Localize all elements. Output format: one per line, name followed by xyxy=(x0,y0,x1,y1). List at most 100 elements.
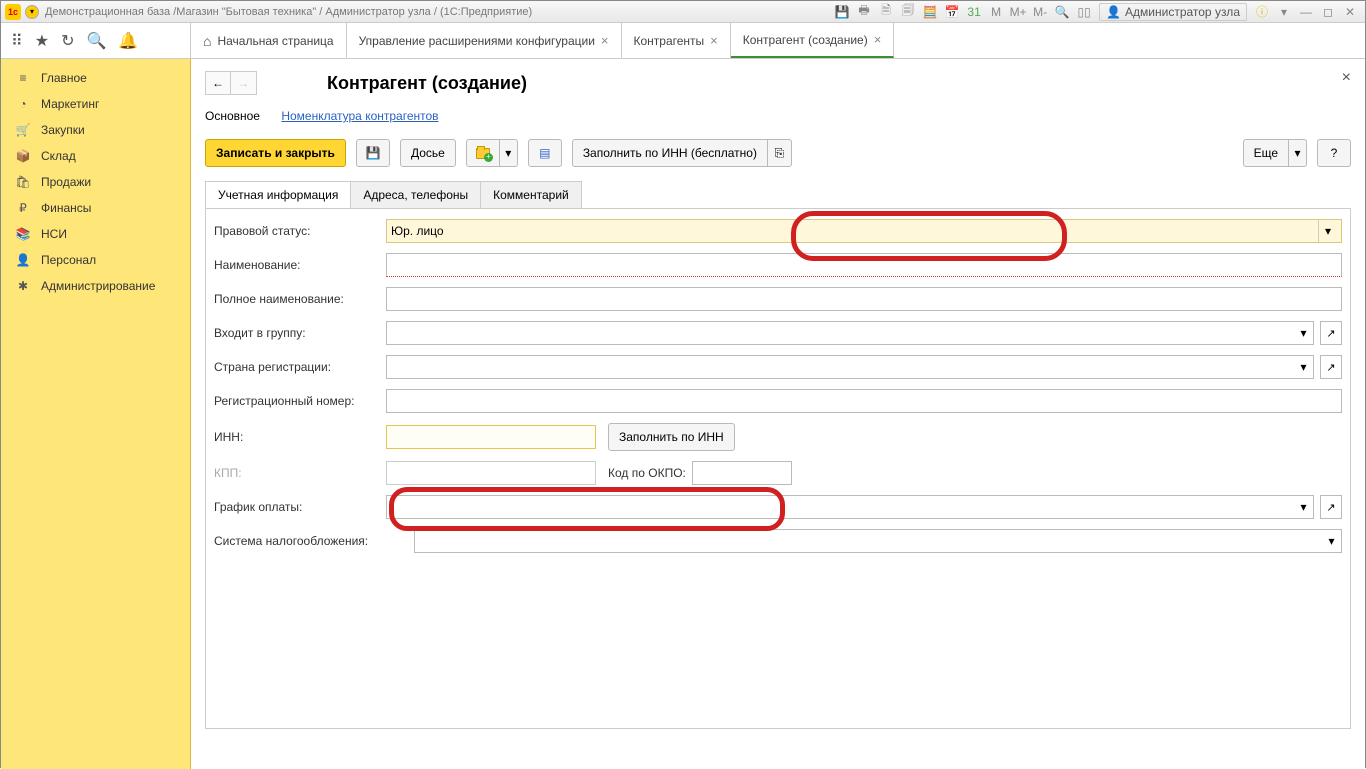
nav-back-button[interactable]: ← xyxy=(205,71,231,95)
country-input[interactable] xyxy=(386,355,1294,379)
sidebar-item-sales[interactable]: 🛍Продажи xyxy=(1,169,190,195)
print-icon[interactable]: 🖶 xyxy=(855,3,873,21)
sidebar-item-admin[interactable]: ✱Администрирование xyxy=(1,273,190,299)
compare-icon[interactable]: 🗐 xyxy=(899,3,917,21)
menu-icon: ≡ xyxy=(15,71,31,85)
panel-icon[interactable]: ▯▯ xyxy=(1075,3,1093,21)
form-tab-comment[interactable]: Комментарий xyxy=(480,181,582,208)
user-name: Администратор узла xyxy=(1125,5,1240,19)
group-open-button[interactable]: ↗ xyxy=(1320,321,1342,345)
tax-system-dropdown[interactable]: ▾ xyxy=(1322,529,1342,553)
search-icon[interactable]: 🔍 xyxy=(86,31,106,51)
apps-icon[interactable]: ⠿ xyxy=(11,31,23,51)
list-button[interactable]: ▤ xyxy=(528,139,562,167)
m-button[interactable]: M xyxy=(987,3,1005,21)
sidebar-item-main[interactable]: ≡Главное xyxy=(1,65,190,91)
page-toolbar: Записать и закрыть 💾 Досье + ▾ ▤ Заполни… xyxy=(205,139,1351,167)
save-close-button[interactable]: Записать и закрыть xyxy=(205,139,346,167)
info-icon[interactable]: ⓘ xyxy=(1253,3,1271,21)
kpp-label: КПП: xyxy=(214,466,386,480)
more-dropdown[interactable]: ▾ xyxy=(1289,139,1307,167)
legal-status-select[interactable]: Юр. лицо ▾ xyxy=(386,219,1342,243)
tax-system-label: Система налогообложения: xyxy=(214,534,414,548)
page-nav: ← → xyxy=(205,71,257,95)
dossier-button[interactable]: Досье xyxy=(400,139,456,167)
okpo-input[interactable] xyxy=(692,461,792,485)
close-icon[interactable]: × xyxy=(601,33,609,48)
bell-icon[interactable]: 🔔 xyxy=(118,31,138,51)
tab-extensions[interactable]: Управление расширениями конфигурации × xyxy=(347,23,622,58)
m-minus-button[interactable]: M- xyxy=(1031,3,1049,21)
app-icon: 1c xyxy=(5,4,21,20)
titlebar-menu-dropdown[interactable]: ▾ xyxy=(25,5,39,19)
button-label: Заполнить по ИНН (бесплатно) xyxy=(583,146,757,160)
fill-inn-button[interactable]: Заполнить по ИНН xyxy=(608,423,735,451)
zoom-icon[interactable]: 🔍 xyxy=(1053,3,1071,21)
calendar-icon[interactable]: 📅 xyxy=(943,3,961,21)
fill-inn-settings[interactable]: ⎘ xyxy=(768,139,792,167)
button-label: Записать и закрыть xyxy=(216,146,335,160)
sidebar-item-marketing[interactable]: ◔Маркетинг xyxy=(1,91,190,117)
inn-input[interactable] xyxy=(386,425,596,449)
sidebar-item-purchases[interactable]: 🛒Закупки xyxy=(1,117,190,143)
maximize-icon[interactable]: ◻ xyxy=(1319,3,1337,21)
history-icon[interactable]: ↻ xyxy=(61,31,74,51)
country-select-dropdown[interactable]: ▾ xyxy=(1294,355,1314,379)
nav-forward-button[interactable]: → xyxy=(231,71,257,95)
tax-system-input[interactable] xyxy=(414,529,1322,553)
help-button[interactable]: ? xyxy=(1317,139,1351,167)
document-icon[interactable]: 🗎 xyxy=(877,3,895,21)
box-icon: 📦 xyxy=(15,149,31,163)
date-icon[interactable]: 31 xyxy=(965,3,983,21)
subnav-nomenclature-link[interactable]: Номенклатура контрагентов xyxy=(281,109,438,123)
form-tab-addresses[interactable]: Адреса, телефоны xyxy=(350,181,481,208)
close-window-icon[interactable]: ✕ xyxy=(1341,3,1359,21)
form-tab-account-info[interactable]: Учетная информация xyxy=(205,181,351,208)
top-nav-row: ⠿ ★ ↻ 🔍 🔔 ⌂ Начальная страница Управлени… xyxy=(1,23,1365,59)
chevron-down-icon[interactable]: ▾ xyxy=(1318,220,1337,242)
payment-schedule-dropdown[interactable]: ▾ xyxy=(1294,495,1314,519)
name-input[interactable] xyxy=(386,253,1342,277)
star-icon[interactable]: ★ xyxy=(35,31,49,51)
books-icon: 📚 xyxy=(15,227,31,241)
sidebar-item-nsi[interactable]: 📚НСИ xyxy=(1,221,190,247)
user-menu[interactable]: 👤 Администратор узла xyxy=(1099,3,1247,21)
folder-dropdown[interactable]: ▾ xyxy=(500,139,518,167)
reg-num-input[interactable] xyxy=(386,389,1342,413)
group-input[interactable] xyxy=(386,321,1294,345)
country-open-button[interactable]: ↗ xyxy=(1320,355,1342,379)
full-name-input[interactable] xyxy=(386,287,1342,311)
tab-contragents[interactable]: Контрагенты × xyxy=(622,23,731,58)
payment-schedule-input[interactable] xyxy=(386,495,1294,519)
inn-label: ИНН: xyxy=(214,430,386,444)
calc-icon[interactable]: 🧮 xyxy=(921,3,939,21)
payment-schedule-label: График оплаты: xyxy=(214,500,386,514)
subnav-main[interactable]: Основное xyxy=(205,109,260,123)
m-plus-button[interactable]: M+ xyxy=(1009,3,1027,21)
sidebar-item-label: Администрирование xyxy=(41,279,155,293)
sidebar-item-label: Склад xyxy=(41,149,76,163)
payment-schedule-open-button[interactable]: ↗ xyxy=(1320,495,1342,519)
tab-home[interactable]: ⌂ Начальная страница xyxy=(191,23,347,58)
save-button[interactable]: 💾 xyxy=(356,139,390,167)
more-split: Еще ▾ xyxy=(1243,139,1307,167)
close-icon[interactable]: × xyxy=(874,32,882,47)
form-body: Правовой статус: Юр. лицо ▾ Наименование… xyxy=(205,209,1351,729)
save-icon[interactable]: 💾 xyxy=(833,3,851,21)
sidebar-item-warehouse[interactable]: 📦 Склад xyxy=(1,143,190,169)
folder-button[interactable]: + xyxy=(466,139,500,167)
info-drop-icon[interactable]: ▾ xyxy=(1275,3,1293,21)
fill-inn-free-button[interactable]: Заполнить по ИНН (бесплатно) xyxy=(572,139,768,167)
minimize-icon[interactable]: — xyxy=(1297,3,1315,21)
home-icon: ⌂ xyxy=(203,33,211,49)
sidebar-item-label: Финансы xyxy=(41,201,91,215)
sidebar-item-finance[interactable]: ₽Финансы xyxy=(1,195,190,221)
tab-contragent-create[interactable]: Контрагент (создание) × xyxy=(731,23,895,58)
close-icon[interactable]: × xyxy=(710,33,718,48)
close-page-icon[interactable]: × xyxy=(1342,69,1351,87)
kpp-input[interactable] xyxy=(386,461,596,485)
more-button[interactable]: Еще xyxy=(1243,139,1289,167)
page-content: × ← → Контрагент (создание) Основное Ном… xyxy=(191,59,1365,769)
group-select-dropdown[interactable]: ▾ xyxy=(1294,321,1314,345)
sidebar-item-personnel[interactable]: 👤Персонал xyxy=(1,247,190,273)
